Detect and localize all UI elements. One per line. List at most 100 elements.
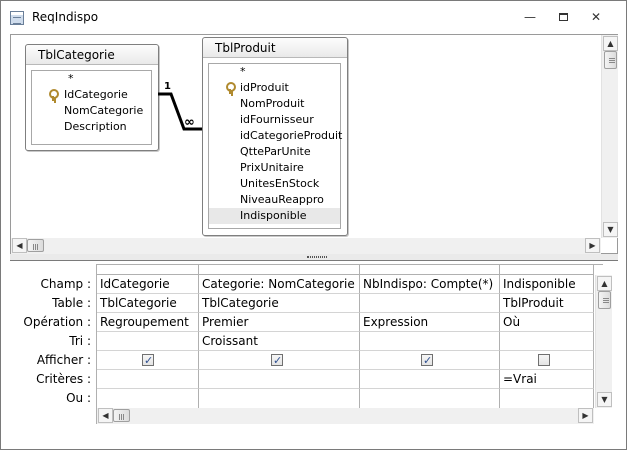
primary-key-icon: [225, 82, 236, 94]
design-pane-vertical-scrollbar[interactable]: ▲ ▼: [601, 35, 618, 238]
operation-cell[interactable]: Regroupement: [97, 313, 199, 332]
column-selector[interactable]: [97, 265, 199, 275]
scroll-up-button[interactable]: ▲: [603, 36, 618, 51]
scroll-thumb[interactable]: [604, 51, 617, 69]
ou-cell[interactable]: [500, 389, 594, 408]
minimize-button[interactable]: —: [518, 10, 542, 26]
field-indisponible[interactable]: Indisponible: [209, 208, 340, 224]
close-icon: ✕: [590, 10, 602, 24]
field-idcategorieproduit[interactable]: idCategorieProduit: [240, 128, 342, 144]
minimize-icon: —: [524, 10, 536, 24]
criteres-cell[interactable]: [360, 370, 500, 389]
row-label-operation: Opération :: [23, 315, 91, 329]
field-idcategorie[interactable]: IdCategorie: [32, 87, 151, 103]
operation-cell[interactable]: Où: [500, 313, 594, 332]
afficher-cell[interactable]: [360, 351, 500, 370]
table-cell[interactable]: TblProduit: [500, 294, 594, 313]
row-labels: Champ : Table : Opération : Tri : Affich…: [10, 262, 96, 427]
afficher-cell[interactable]: [199, 351, 360, 370]
grid-vertical-scrollbar[interactable]: ▲ ▼: [595, 275, 612, 408]
champ-cell[interactable]: Categorie: NomCategorie: [199, 275, 360, 294]
field-niveaureappro[interactable]: NiveauReappro: [240, 192, 324, 208]
column-selector[interactable]: [199, 265, 360, 275]
ou-cell[interactable]: [97, 389, 199, 408]
field-all[interactable]: *: [68, 71, 74, 87]
row-label-tri: Tri :: [69, 334, 91, 348]
table-title[interactable]: TblProduit: [203, 38, 347, 58]
champ-cell[interactable]: Indisponible: [500, 275, 594, 294]
field-list[interactable]: * IdCategorie NomCategorie Description: [31, 70, 152, 145]
criteres-cell[interactable]: =Vrai: [500, 370, 594, 389]
title-bar[interactable]: ReqIndispo — ✕: [1, 1, 626, 33]
field-list[interactable]: * idProduit NomProduit idFournisseur idC…: [208, 63, 342, 229]
column-selector[interactable]: [360, 265, 500, 275]
scroll-thumb[interactable]: [113, 409, 130, 422]
afficher-checkbox[interactable]: [538, 354, 550, 366]
field-all[interactable]: *: [240, 64, 246, 80]
close-button[interactable]: ✕: [584, 10, 608, 26]
design-pane-horizontal-scrollbar[interactable]: ◀ ▶: [11, 238, 601, 254]
relationship-line[interactable]: 1 ∞: [156, 75, 206, 145]
scroll-down-button[interactable]: ▼: [597, 392, 612, 407]
row-label-ou: Ou :: [66, 391, 91, 405]
field-qtteparunite[interactable]: QtteParUnite: [240, 144, 311, 160]
maximize-button[interactable]: [551, 10, 575, 26]
criteres-cell[interactable]: [199, 370, 360, 389]
window-title: ReqIndispo: [32, 10, 99, 24]
afficher-cell[interactable]: [500, 351, 594, 370]
scroll-up-button[interactable]: ▲: [597, 276, 612, 291]
table-design-pane[interactable]: TblCategorie * IdCategorie NomCategorie …: [10, 34, 618, 254]
query-design-window: ReqIndispo — ✕ TblCategorie * IdCategori…: [0, 0, 627, 450]
field-idfournisseur[interactable]: idFournisseur: [240, 112, 314, 128]
row-label-table: Table :: [52, 296, 91, 310]
scroll-left-button[interactable]: ◀: [12, 238, 27, 253]
afficher-checkbox[interactable]: [142, 352, 154, 369]
scroll-left-button[interactable]: ◀: [98, 408, 113, 423]
scroll-thumb[interactable]: [27, 239, 44, 252]
operation-cell[interactable]: Expression: [360, 313, 500, 332]
tri-cell[interactable]: [500, 332, 594, 351]
grid-horizontal-scrollbar[interactable]: ◀ ▶: [97, 408, 594, 424]
criteres-cell[interactable]: [97, 370, 199, 389]
maximize-icon: [558, 13, 568, 21]
champ-cell[interactable]: NbIndispo: Compte(*): [360, 275, 500, 294]
operation-cell[interactable]: Premier: [199, 313, 360, 332]
table-box-tblcategorie[interactable]: TblCategorie * IdCategorie NomCategorie …: [25, 44, 159, 151]
table-cell[interactable]: TblCategorie: [199, 294, 360, 313]
column-selector[interactable]: [500, 265, 594, 275]
row-label-afficher: Afficher :: [36, 353, 91, 367]
scroll-down-button[interactable]: ▼: [603, 222, 618, 237]
primary-key-icon: [48, 89, 59, 101]
table-box-tblproduit[interactable]: TblProduit * idProduit NomProduit idFour…: [202, 37, 348, 236]
query-grid-pane[interactable]: Champ : Table : Opération : Tri : Affich…: [10, 262, 618, 427]
query-icon: [10, 11, 24, 25]
table-cell[interactable]: [360, 294, 500, 313]
table-title[interactable]: TblCategorie: [26, 45, 158, 65]
field-prixunitaire[interactable]: PrixUnitaire: [240, 160, 304, 176]
ou-cell[interactable]: [360, 389, 500, 408]
field-unitesenstock[interactable]: UnitesEnStock: [240, 176, 319, 192]
table-cell[interactable]: TblCategorie: [97, 294, 199, 313]
tri-cell[interactable]: Croissant: [199, 332, 360, 351]
row-label-criteres: Critères :: [36, 372, 91, 386]
splitter-grip[interactable]: [307, 256, 327, 258]
relationship-many-label: ∞: [184, 115, 195, 130]
afficher-checkbox[interactable]: [271, 352, 283, 369]
field-idproduit[interactable]: idProduit: [209, 80, 340, 96]
tri-cell[interactable]: [97, 332, 199, 351]
query-design-grid[interactable]: IdCategorie TblCategorie Regroupement Ca…: [96, 264, 603, 424]
field-nomcategorie[interactable]: NomCategorie: [64, 103, 143, 119]
row-label-champ: Champ :: [40, 277, 91, 291]
scroll-right-button[interactable]: ▶: [578, 408, 593, 423]
champ-cell[interactable]: IdCategorie: [97, 275, 199, 294]
scroll-thumb[interactable]: [598, 291, 611, 309]
relationship-one-label: 1: [164, 81, 171, 92]
pane-splitter[interactable]: [10, 254, 618, 261]
field-nomproduit[interactable]: NomProduit: [240, 96, 304, 112]
afficher-cell[interactable]: [97, 351, 199, 370]
ou-cell[interactable]: [199, 389, 360, 408]
afficher-checkbox[interactable]: [421, 352, 433, 369]
tri-cell[interactable]: [360, 332, 500, 351]
field-description[interactable]: Description: [64, 119, 127, 135]
scroll-right-button[interactable]: ▶: [585, 238, 600, 253]
